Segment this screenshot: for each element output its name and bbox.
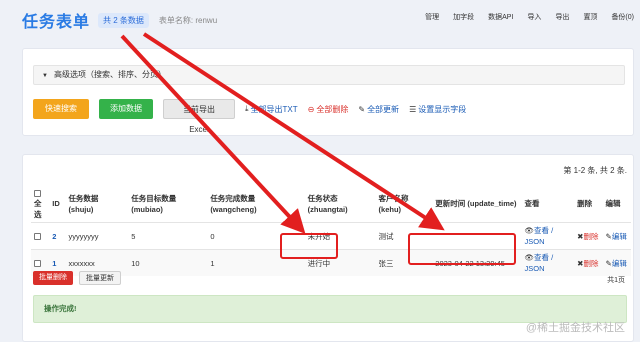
list-icon: ☰ <box>409 104 417 114</box>
row-checkbox[interactable] <box>34 233 41 241</box>
nav-manage[interactable]: 管理 <box>425 12 439 22</box>
add-data-button[interactable]: 添加数据 <box>99 99 153 119</box>
header-delete: 删除 <box>577 199 593 208</box>
header-kehu: 客户名称 (kehu) <box>378 193 409 214</box>
watermark: @稀土掘金技术社区 <box>525 322 625 334</box>
download-icon: ⤓ <box>245 104 249 113</box>
batch-actions: 批量删除 批量更新 <box>33 271 127 285</box>
time-highlight-box <box>408 233 516 265</box>
row-edit-cell: ✎编辑 <box>602 222 631 250</box>
header-id: ID <box>52 199 60 208</box>
row-checkbox[interactable] <box>34 260 41 268</box>
export-txt-label: 全部导出TXT <box>250 104 298 114</box>
header-mubiao: 任务目标数量 (mubiao) <box>131 193 177 214</box>
page-title: 任务表单 <box>22 14 91 31</box>
header-edit: 编辑 <box>605 199 621 208</box>
quick-search-button[interactable]: 快速搜索 <box>33 99 89 119</box>
row-id-link[interactable]: 1 <box>52 259 56 268</box>
update-all-link[interactable]: ✎ 全部更新 <box>358 104 399 115</box>
view-json-link[interactable]: 👁查看 / JSON <box>524 253 553 273</box>
display-fields-label: 设置显示字段 <box>418 104 467 114</box>
caret-down-icon: ▼ <box>42 73 48 79</box>
batch-update-button[interactable]: 批量更新 <box>79 271 121 285</box>
row-delete-cell: ✖删除 <box>574 249 603 276</box>
edit-label: 编辑 <box>611 258 627 268</box>
view-json-link[interactable]: 👁查看 / JSON <box>524 226 553 246</box>
page-info: 第 1-2 条, 共 2 条. <box>563 166 627 175</box>
header-wangcheng: 任务完成数量 (wangcheng) <box>210 193 257 214</box>
header-shuju: 任务数据 (shuju) <box>68 193 99 214</box>
delete-all-link[interactable]: ⊖ 全部删除 <box>308 104 349 115</box>
delete-label: 删除 <box>583 258 599 268</box>
nav-pin[interactable]: 置顶 <box>583 12 597 22</box>
edit-label: 编辑 <box>611 231 627 241</box>
top-nav: 管理 加字段 数据API 导入 导出 置顶 备份(0) <box>411 12 634 22</box>
edit-link[interactable]: ✎编辑 <box>606 232 627 241</box>
eye-icon: 👁 <box>524 253 535 262</box>
export-excel-button[interactable]: 当前导出Excel <box>163 99 235 134</box>
edit-link[interactable]: ✎编辑 <box>606 259 627 268</box>
nav-import[interactable]: 导入 <box>527 12 541 22</box>
top-bar: 任务表单 共 2 条数据 表单名称: renwu 管理 加字段 数据API 导入… <box>0 0 640 40</box>
delete-link[interactable]: ✖删除 <box>577 259 598 268</box>
nav-data-api[interactable]: 数据API <box>488 12 513 22</box>
row-edit-cell: ✎编辑 <box>602 249 631 276</box>
minus-circle-icon: ⊖ <box>307 104 315 114</box>
advanced-options-label: 高级选项（搜索、排序、分页） <box>53 70 166 79</box>
header-update-time: 更新时间 (update_time) <box>435 199 517 208</box>
update-all-label: 全部更新 <box>367 104 400 114</box>
row-view-cell: 👁查看 / JSON <box>521 222 575 250</box>
row-id-link[interactable]: 2 <box>52 232 56 241</box>
table-name: 表单名称: renwu <box>158 15 218 25</box>
delete-all-label: 全部删除 <box>316 104 349 114</box>
delete-link[interactable]: ✖删除 <box>577 232 598 241</box>
nav-export[interactable]: 导出 <box>555 12 569 22</box>
table-header-row: 全选 ID 任务数据 (shuju) 任务目标数量 (mubiao) 任务完成数… <box>31 185 631 223</box>
options-card: ▼ 高级选项（搜索、排序、分页） 快速搜索 添加数据 当前导出Excel ⤓ 全部导… <box>22 48 634 136</box>
select-all-checkbox[interactable] <box>34 189 41 197</box>
row-id-cell: 2 <box>49 222 66 250</box>
row-select-cell <box>31 222 50 250</box>
nav-backup[interactable]: 备份(0) <box>611 12 634 22</box>
display-fields-link[interactable]: ☰ 设置显示字段 <box>409 104 466 115</box>
row-shuju: yyyyyyyy <box>65 222 129 250</box>
toolbar: 快速搜索 添加数据 当前导出Excel ⤓ 全部导出TXT ⊖ 全部删除 ✎ 全部更新… <box>33 99 476 134</box>
row-view-cell: 👁查看 / JSON <box>521 249 575 276</box>
page-count: 共1页 <box>607 277 625 284</box>
export-txt-link[interactable]: ⤓ 全部导出TXT <box>245 104 298 115</box>
advanced-options-toggle[interactable]: ▼ 高级选项（搜索、排序、分页） <box>33 65 625 85</box>
row-mubiao: 10 <box>128 249 208 276</box>
delete-label: 删除 <box>583 231 599 241</box>
nav-add-field[interactable]: 加字段 <box>453 12 474 22</box>
row-delete-cell: ✖删除 <box>574 222 603 250</box>
eye-icon: 👁 <box>524 226 535 235</box>
data-table: 全选 ID 任务数据 (shuju) 任务目标数量 (mubiao) 任务完成数… <box>31 185 631 276</box>
row-mubiao: 5 <box>128 222 208 250</box>
header-zhuangtai: 任务状态 (zhuangtai) <box>307 193 348 214</box>
batch-delete-button[interactable]: 批量删除 <box>33 271 73 285</box>
count-badge: 共 2 条数据 <box>98 12 149 28</box>
edit-icon: ✎ <box>358 104 366 114</box>
header-view: 查看 <box>524 199 540 208</box>
status-highlight-box <box>280 233 338 259</box>
select-all-header[interactable]: 全选 <box>31 185 49 223</box>
select-all-label: 全选 <box>34 199 42 219</box>
